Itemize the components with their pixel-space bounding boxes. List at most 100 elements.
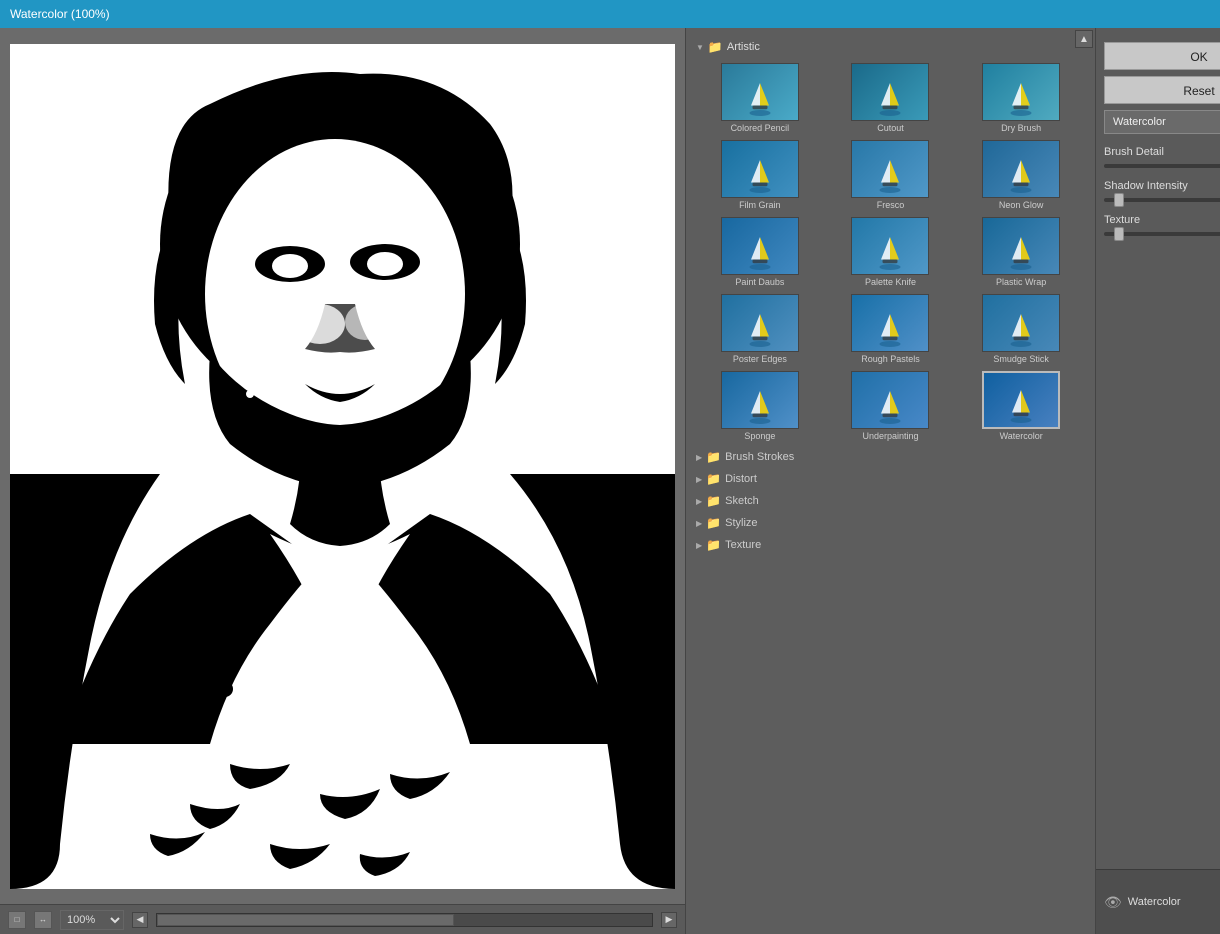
layer-panel: 👁 Watercolor 📄 🗑	[1096, 869, 1220, 934]
thumb-paint-daubs[interactable]: Paint Daubs	[696, 215, 824, 289]
shadow-intensity-track[interactable]	[1104, 198, 1220, 202]
titlebar: Watercolor (100%)	[0, 0, 1220, 28]
filter-list: ▼ 📁 Artistic Colored Pencil Cutout Dry B…	[686, 32, 1095, 934]
scroll-right-btn[interactable]: ▶	[661, 912, 677, 928]
thumb-label-fresco: Fresco	[877, 200, 905, 210]
texture-track[interactable]	[1104, 232, 1220, 236]
arrow-sketch: ▶	[696, 497, 702, 506]
folder-distort: 📁	[706, 472, 721, 486]
thumb-img-plastic-wrap	[982, 217, 1060, 275]
scrollbar-track[interactable]	[156, 913, 653, 927]
arrow-brush-strokes: ▶	[696, 453, 702, 462]
canvas-toolbar: □ ↔ 25% 50% 66.67% 100% 150% 200% ◀ ▶	[0, 904, 685, 934]
section-label-artistic: Artistic	[727, 41, 760, 53]
canvas-btn-1[interactable]: □	[8, 911, 26, 929]
subsection-sketch[interactable]: ▶ 📁 Sketch	[690, 490, 1091, 512]
zoom-select[interactable]: 25% 50% 66.67% 100% 150% 200%	[60, 910, 124, 930]
layer-row: 👁 Watercolor 📄 🗑	[1096, 870, 1220, 934]
folder-stylize: 📁	[706, 516, 721, 530]
shadow-intensity-label: Shadow Intensity	[1104, 180, 1220, 192]
thumb-cutout[interactable]: Cutout	[827, 61, 955, 135]
thumb-img-smudge-stick	[982, 294, 1060, 352]
thumb-rough-pastels[interactable]: Rough Pastels	[827, 292, 955, 366]
shadow-intensity-thumb[interactable]	[1114, 193, 1124, 207]
layer-name: Watercolor	[1128, 896, 1220, 908]
thumb-neon-glow[interactable]: Neon Glow	[957, 138, 1085, 212]
label-distort: Distort	[725, 473, 757, 485]
canvas-area: □ ↔ 25% 50% 66.67% 100% 150% 200% ◀ ▶	[0, 28, 685, 934]
thumb-img-dry-brush	[982, 63, 1060, 121]
thumb-label-cutout: Cutout	[877, 123, 904, 133]
thumb-dry-brush[interactable]: Dry Brush	[957, 61, 1085, 135]
settings-content: OK Reset Watercolor Brush Detail 9 Shado…	[1096, 28, 1220, 869]
brush-detail-track[interactable]	[1104, 164, 1220, 168]
thumb-smudge-stick[interactable]: Smudge Stick	[957, 292, 1085, 366]
folder-icon-artistic: 📁	[708, 40, 723, 54]
subsection-texture[interactable]: ▶ 📁 Texture	[690, 534, 1091, 556]
label-stylize: Stylize	[725, 517, 757, 529]
arrow-distort: ▶	[696, 475, 702, 484]
thumb-label-palette-knife: Palette Knife	[865, 277, 916, 287]
subsection-distort[interactable]: ▶ 📁 Distort	[690, 468, 1091, 490]
thumb-label-paint-daubs: Paint Daubs	[735, 277, 784, 287]
thumb-underpainting[interactable]: Underpainting	[827, 369, 955, 443]
thumb-fresco[interactable]: Fresco	[827, 138, 955, 212]
thumb-img-fresco	[851, 140, 929, 198]
subsection-stylize[interactable]: ▶ 📁 Stylize	[690, 512, 1091, 534]
layer-visibility-btn[interactable]: 👁	[1104, 894, 1122, 911]
thumb-label-colored-pencil: Colored Pencil	[731, 123, 790, 133]
canvas-btn-2[interactable]: ↔	[34, 911, 52, 929]
thumb-label-plastic-wrap: Plastic Wrap	[996, 277, 1046, 287]
folder-texture: 📁	[706, 538, 721, 552]
settings-panel: OK Reset Watercolor Brush Detail 9 Shado…	[1095, 28, 1220, 934]
thumb-label-film-grain: Film Grain	[739, 200, 781, 210]
scroll-left-btn[interactable]: ◀	[132, 912, 148, 928]
thumb-plastic-wrap[interactable]: Plastic Wrap	[957, 215, 1085, 289]
thumb-img-sponge	[721, 371, 799, 429]
canvas-wrapper	[0, 28, 685, 904]
label-brush-strokes: Brush Strokes	[725, 451, 794, 463]
thumb-palette-knife[interactable]: Palette Knife	[827, 215, 955, 289]
section-arrow-artistic: ▼	[696, 43, 704, 52]
thumbnails-grid: Colored Pencil Cutout Dry Brush Film Gra…	[690, 58, 1091, 446]
brush-detail-row: Brush Detail 9	[1104, 142, 1220, 162]
thumb-img-underpainting	[851, 371, 929, 429]
filter-panel: ▲ ▼ 📁 Artistic Colored Pencil Cutout Dry…	[685, 28, 1095, 934]
arrow-texture: ▶	[696, 541, 702, 550]
thumb-poster-edges[interactable]: Poster Edges	[696, 292, 824, 366]
thumb-label-neon-glow: Neon Glow	[999, 200, 1044, 210]
thumb-label-rough-pastels: Rough Pastels	[861, 354, 920, 364]
thumb-watercolor[interactable]: Watercolor	[957, 369, 1085, 443]
thumb-img-neon-glow	[982, 140, 1060, 198]
section-artistic[interactable]: ▼ 📁 Artistic	[690, 36, 1091, 58]
thumb-img-film-grain	[721, 140, 799, 198]
thumb-sponge[interactable]: Sponge	[696, 369, 824, 443]
thumb-img-rough-pastels	[851, 294, 929, 352]
subsection-brush-strokes[interactable]: ▶ 📁 Brush Strokes	[690, 446, 1091, 468]
thumb-label-dry-brush: Dry Brush	[1001, 123, 1041, 133]
folder-brush-strokes: 📁	[706, 450, 721, 464]
arrow-stylize: ▶	[696, 519, 702, 528]
thumb-img-paint-daubs	[721, 217, 799, 275]
label-texture: Texture	[725, 539, 761, 551]
thumb-film-grain[interactable]: Film Grain	[696, 138, 824, 212]
scrollbar-thumb[interactable]	[157, 914, 454, 926]
portrait-svg	[10, 44, 675, 889]
thumb-img-cutout	[851, 63, 929, 121]
filter-dropdown[interactable]: Watercolor	[1104, 110, 1220, 134]
canvas-image	[10, 44, 675, 889]
ok-button[interactable]: OK	[1104, 42, 1220, 70]
brush-detail-label: Brush Detail	[1104, 146, 1220, 158]
texture-thumb[interactable]	[1114, 227, 1124, 241]
label-sketch: Sketch	[725, 495, 759, 507]
folder-sketch: 📁	[706, 494, 721, 508]
thumb-img-watercolor	[982, 371, 1060, 429]
filter-panel-header: ▲	[686, 28, 1095, 32]
thumb-img-colored-pencil	[721, 63, 799, 121]
thumb-label-underpainting: Underpainting	[862, 431, 918, 441]
thumb-label-poster-edges: Poster Edges	[733, 354, 787, 364]
reset-button[interactable]: Reset	[1104, 76, 1220, 104]
thumb-colored-pencil[interactable]: Colored Pencil	[696, 61, 824, 135]
collapse-panel-btn[interactable]: ▲	[1075, 30, 1093, 48]
texture-label: Texture	[1104, 214, 1220, 226]
